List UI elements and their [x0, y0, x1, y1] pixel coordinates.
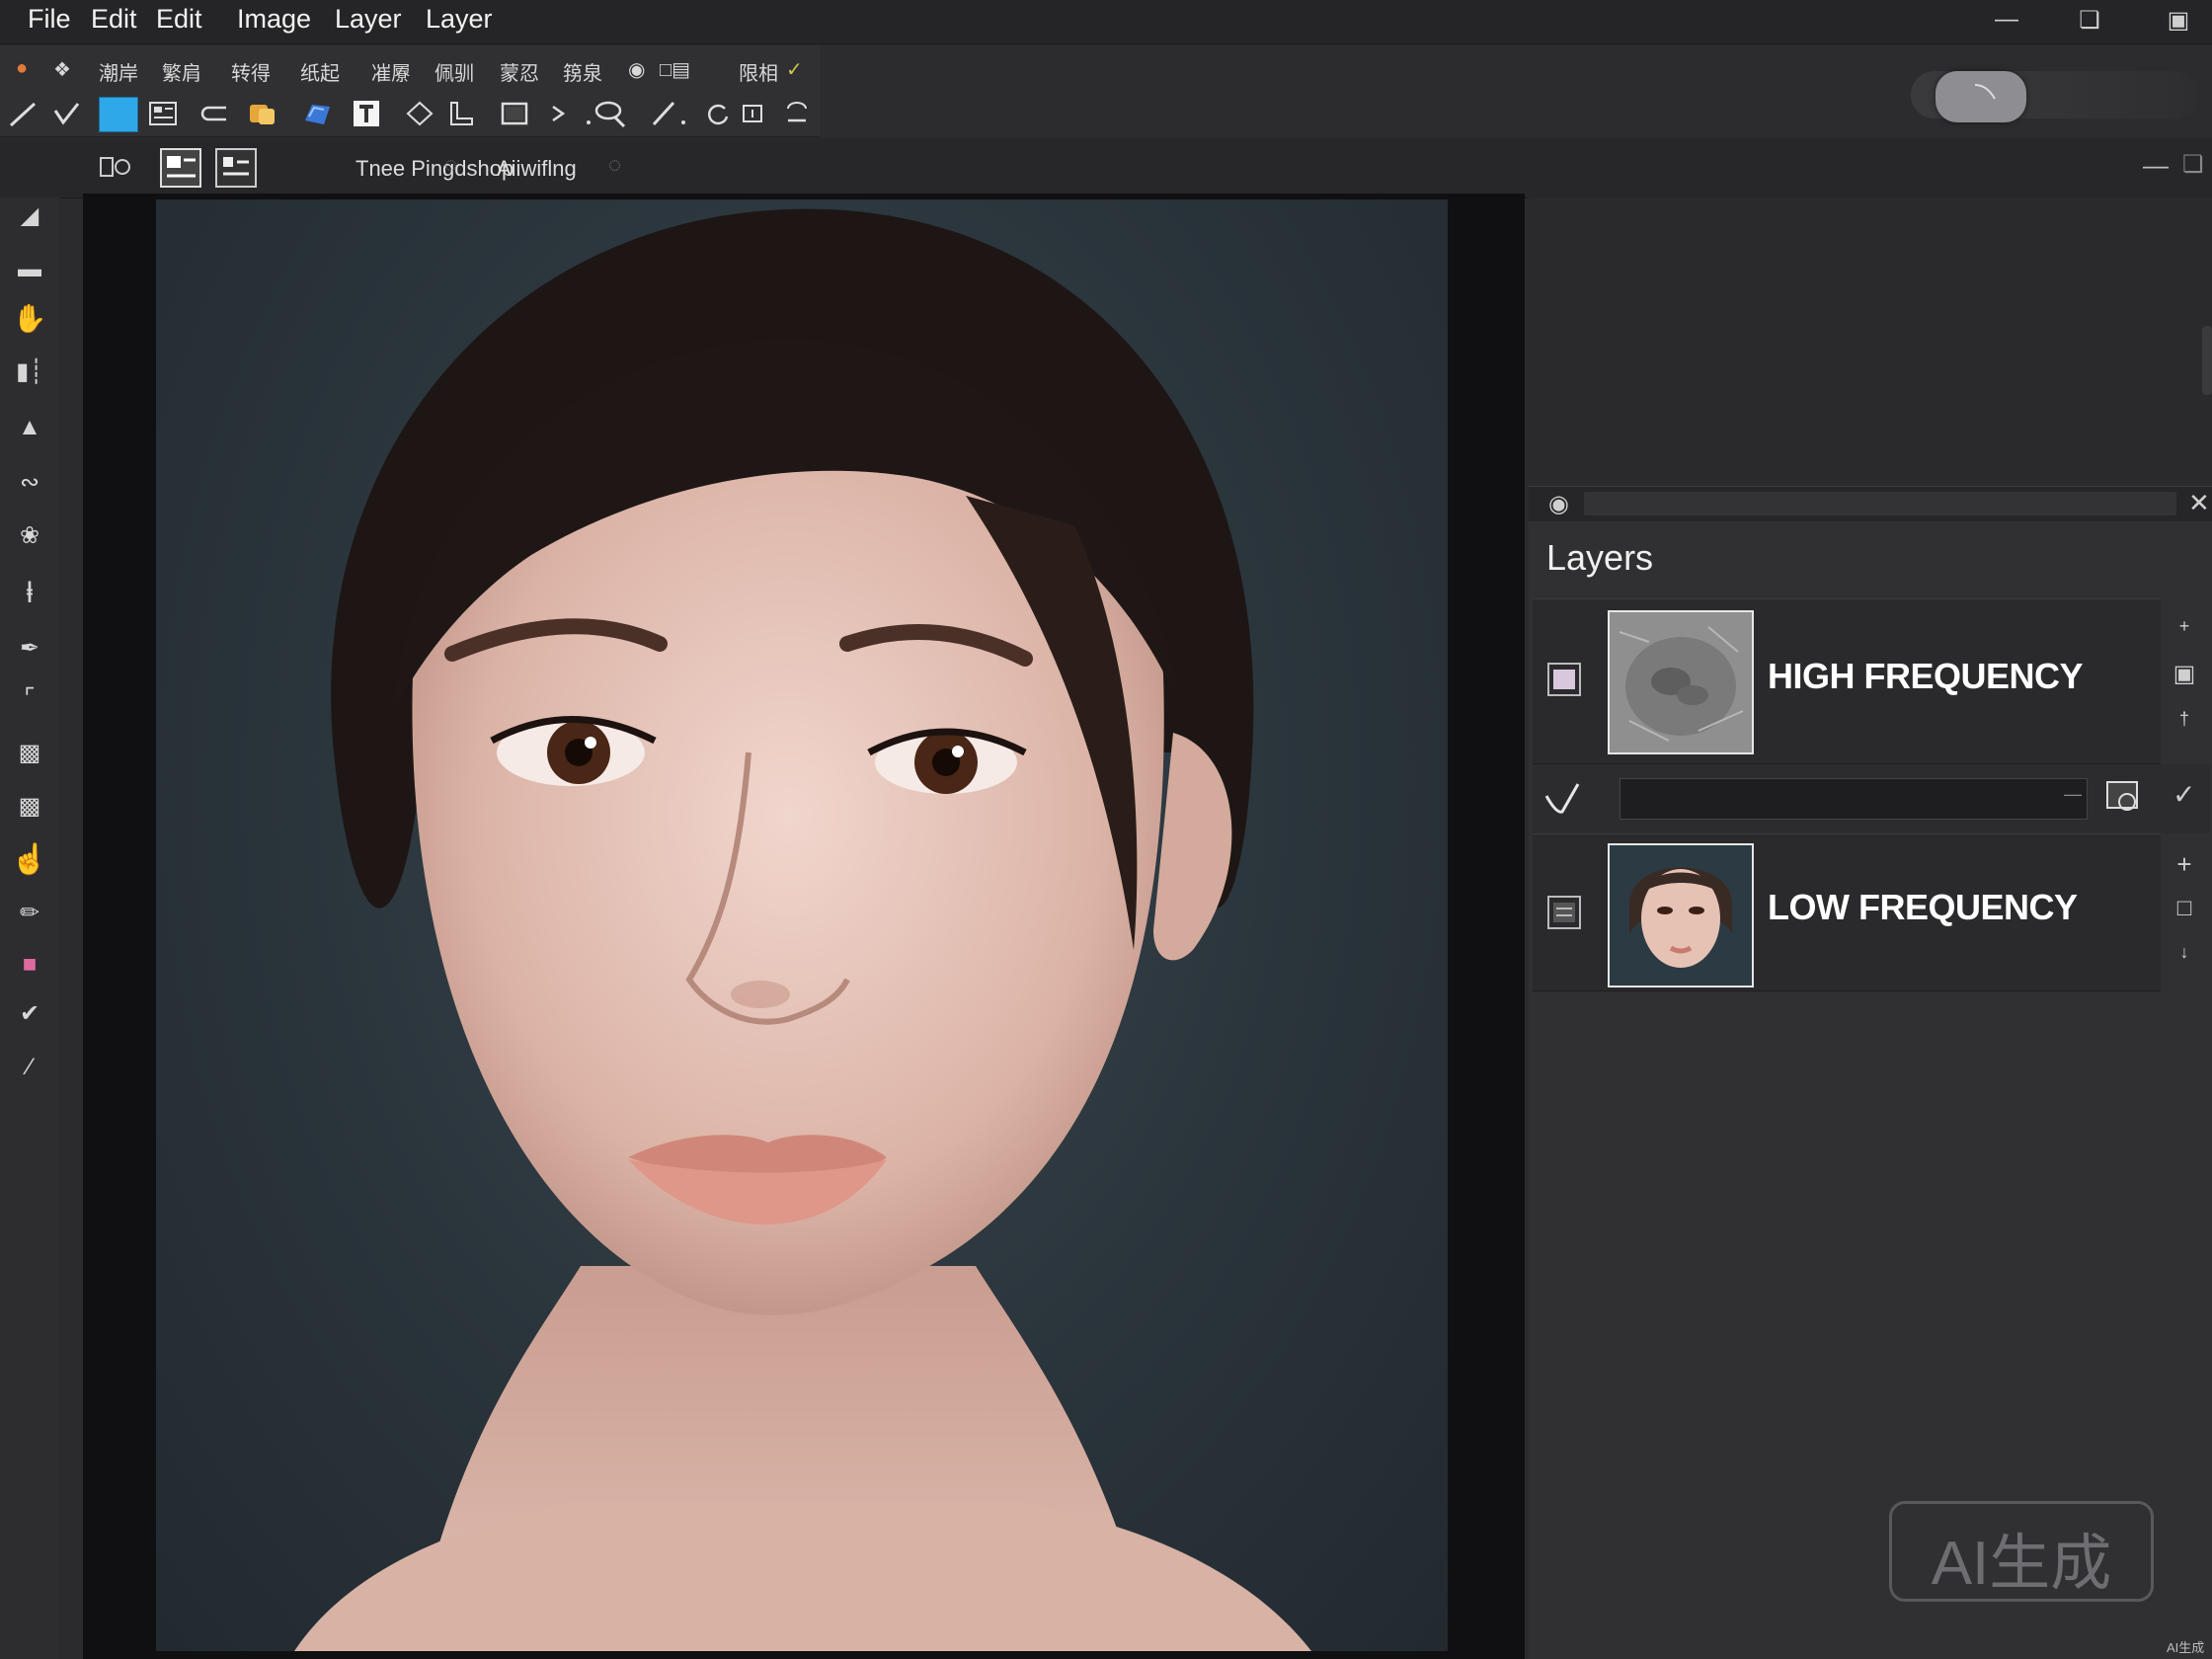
menu-image[interactable]: Image: [237, 4, 311, 35]
layer-mask-icon[interactable]: ▣: [2163, 660, 2206, 688]
toolbar-label[interactable]: 潮岸: [99, 57, 138, 86]
rectangle-icon[interactable]: [500, 99, 529, 128]
paint-bucket-icon[interactable]: ■: [10, 948, 49, 982]
layer-thumbnail-texture: [1608, 610, 1754, 754]
properties-panel: [1529, 198, 2212, 484]
lasso-icon[interactable]: [585, 99, 634, 128]
history-brush-icon[interactable]: ▩: [10, 790, 49, 824]
crop-tool-icon[interactable]: ⌜: [10, 681, 49, 715]
layer-mask-icon[interactable]: □: [2163, 895, 2206, 922]
toolbar-label[interactable]: 箉泉: [563, 57, 602, 86]
frame-icon[interactable]: □▤: [660, 57, 690, 82]
menu-layer[interactable]: Layer: [335, 4, 402, 35]
restore-icon[interactable]: ❏: [2074, 6, 2105, 36]
options-toolbar: ● ❖ 潮岸 繁肩 转得 纸起 凗屪 佩驯 蒙忍 箉泉 ◉ □▤ 限相 ✓: [0, 45, 820, 91]
toolbar-label[interactable]: 蒙忍: [500, 57, 539, 86]
tools-panel: ◢ ▬ ✋ ▮┊ ▲ ∾ ❀ ⱡ ✒ ⌜ ▩ ▩ ☝ ✏ ■ ✔ ⁄: [0, 198, 59, 1659]
menu-layer-2[interactable]: Layer: [426, 4, 493, 35]
ai-generated-badge-text: AI生成: [1931, 1530, 2112, 1598]
panel-menu-icon[interactable]: ❏: [2182, 150, 2204, 179]
layer-add-icon[interactable]: +: [2163, 616, 2206, 637]
panel-lock-icon[interactable]: ◉: [1548, 490, 1569, 518]
hand-tool-icon[interactable]: ✋: [10, 302, 49, 336]
arrow-icon[interactable]: [545, 99, 575, 128]
close-icon[interactable]: ✕: [2188, 488, 2210, 518]
palette-icon[interactable]: [247, 99, 276, 128]
brush-tool-icon[interactable]: ✒: [10, 632, 49, 666]
diamond-icon[interactable]: [405, 99, 434, 128]
rounded-shape-icon[interactable]: [199, 99, 229, 128]
layer-opacity-field[interactable]: [1620, 778, 2088, 820]
text-frame-icon[interactable]: [352, 99, 381, 128]
toolbar-label[interactable]: 纸起: [300, 57, 340, 86]
toolbar-label[interactable]: 繁肩: [162, 57, 201, 86]
layer-visibility-icon[interactable]: [1544, 660, 1584, 699]
pen-tool-icon[interactable]: ⱡ: [10, 577, 49, 610]
document-tab-title-2[interactable]: Aiiwiflng: [497, 156, 577, 182]
note-tool-icon[interactable]: ▬: [10, 253, 49, 286]
layer-name[interactable]: LOW FREQUENCY: [1768, 887, 2078, 928]
toolbar-label[interactable]: 限相: [739, 57, 778, 86]
options-icon[interactable]: [99, 154, 132, 180]
pin-icon[interactable]: ❖: [53, 57, 71, 82]
lasso-tool-icon[interactable]: ∾: [10, 466, 49, 500]
panel-minimize-icon[interactable]: —: [2143, 150, 2169, 181]
ruler-tool-icon[interactable]: ▮┊: [10, 356, 49, 389]
layer-thumbnail-portrait: [1608, 843, 1754, 988]
gradient-tool-icon[interactable]: ✏: [10, 897, 49, 930]
line-tool-icon[interactable]: ⁄: [10, 1051, 49, 1084]
line-icon[interactable]: [8, 99, 38, 128]
document-tab-icon[interactable]: [160, 148, 201, 188]
shield-icon[interactable]: ◉: [628, 57, 645, 82]
menu-file[interactable]: File: [28, 4, 71, 35]
layer-visibility-icon[interactable]: [1544, 893, 1584, 932]
blue-brush-icon[interactable]: [302, 99, 332, 128]
layer-style-icon[interactable]: [2103, 776, 2147, 820]
brush-tip-icon[interactable]: ●: [16, 57, 28, 80]
menu-edit-2[interactable]: Edit: [156, 4, 202, 35]
toolbar-label[interactable]: 转得: [231, 57, 271, 86]
shape-toolbar: [0, 91, 820, 137]
panel-drag-grip[interactable]: [1584, 492, 2176, 515]
document-tab-icon-2[interactable]: [215, 148, 257, 188]
menu-bar: File Edit Edit Image Layer Layer — ❏ ▣: [0, 0, 2212, 44]
check-brush-icon[interactable]: [1542, 778, 1582, 818]
crop-icon[interactable]: [739, 99, 768, 128]
layer-pen-icon[interactable]: ✓: [2172, 778, 2195, 811]
layers-panel-title: Layers: [1546, 537, 1654, 578]
document-tab-bar: Tnee Pingdshop ◌ Aiiwiflng ◌ — ❏: [0, 138, 2212, 198]
dodge-tool-icon[interactable]: ✔: [10, 997, 49, 1031]
tab-spinner-icon: ◌: [444, 152, 458, 177]
toolbar-label[interactable]: 凗屪: [371, 57, 411, 86]
foreground-color-swatch[interactable]: [99, 97, 138, 132]
spot-heal-tool-icon[interactable]: ❀: [10, 519, 49, 553]
checkmark-icon[interactable]: [51, 99, 81, 128]
portrait-photo[interactable]: [156, 199, 1448, 1651]
chair-icon[interactable]: [446, 99, 476, 128]
layer-name[interactable]: HIGH FREQUENCY: [1768, 656, 2084, 697]
move-tool-icon[interactable]: ◢: [10, 199, 49, 233]
menu-edit[interactable]: Edit: [91, 4, 137, 35]
pen-icon[interactable]: [650, 99, 693, 128]
layer-link-icon[interactable]: †: [2163, 709, 2206, 730]
maximize-icon[interactable]: ▣: [2163, 6, 2194, 36]
view-toggle-knob[interactable]: [1936, 71, 2026, 122]
field-dash-icon: —: [2064, 784, 2082, 804]
minimize-icon[interactable]: —: [1991, 6, 2022, 36]
stamp-icon[interactable]: [782, 99, 812, 128]
eraser-tool-icon[interactable]: ☝: [10, 843, 49, 877]
layer-add-icon[interactable]: +: [2163, 849, 2206, 880]
bell-tool-icon[interactable]: ▲: [10, 411, 49, 444]
tab-spinner-icon: ◌: [608, 152, 622, 177]
layer-link-icon[interactable]: ↓: [2163, 942, 2206, 963]
panel-scroll-handle[interactable]: [2202, 326, 2212, 395]
toolbar-label[interactable]: 佩驯: [434, 57, 474, 86]
ai-generated-label: AI生成: [2167, 1640, 2205, 1655]
rotate-icon[interactable]: [703, 99, 733, 128]
layout-icon[interactable]: [148, 99, 178, 128]
stamp-tool-icon[interactable]: ▩: [10, 737, 49, 770]
document-tab-title[interactable]: Tnee Pingdshop: [356, 156, 514, 182]
check-icon[interactable]: ✓: [786, 57, 803, 82]
